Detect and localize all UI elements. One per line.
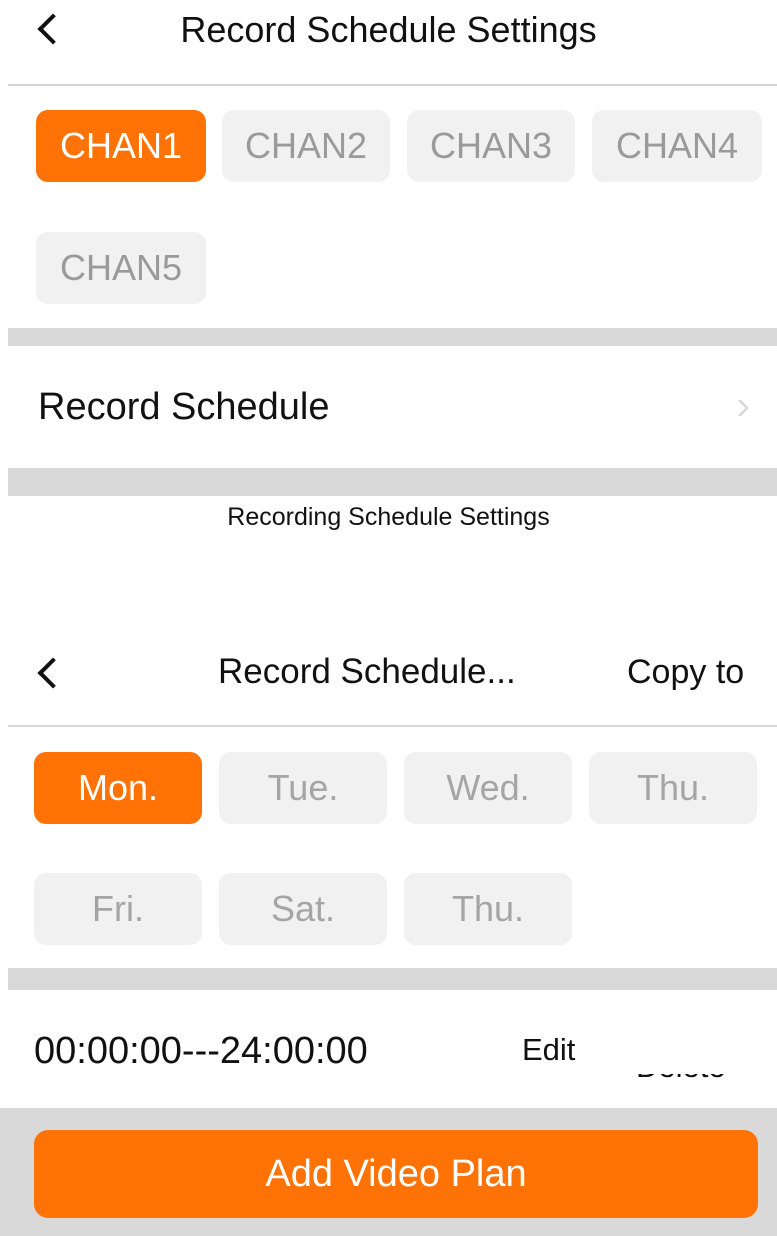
delete-label: Delete [636,1074,726,1084]
channel-tab-chan1[interactable]: CHAN1 [36,110,206,182]
edit-button[interactable]: Edit [522,1030,575,1070]
day-tab-wed[interactable]: Wed. [404,752,572,824]
header-divider [8,725,777,727]
day-tab-fri[interactable]: Fri. [34,873,202,945]
page-title: Record Schedule... [218,652,516,691]
day-tab-tue[interactable]: Tue. [219,752,387,824]
section-divider [8,328,777,346]
channel-tab-chan4[interactable]: CHAN4 [592,110,762,182]
header-divider [8,84,777,86]
back-icon[interactable] [37,657,69,689]
record-schedule-row[interactable]: Record Schedule [8,346,777,468]
record-schedule-label: Record Schedule [38,386,330,428]
day-tab-thu[interactable]: Thu. [589,752,757,824]
delete-button[interactable]: Delete [636,1074,746,1084]
page-title: Record Schedule Settings [180,9,597,50]
copy-to-button[interactable]: Copy to [627,650,744,694]
screen1-header: Record Schedule Settings [0,0,777,84]
day-tab-sun[interactable]: Thu. [404,873,572,945]
day-tab-sat[interactable]: Sat. [219,873,387,945]
channel-tab-chan2[interactable]: CHAN2 [222,110,390,182]
section-divider [8,968,777,990]
schedule-time-range: 00:00:00---24:00:00 [34,1030,368,1072]
section-divider-bottom [8,468,777,496]
caption: Recording Schedule Settings [227,503,550,531]
channel-tab-chan5[interactable]: CHAN5 [36,232,206,304]
day-tab-mon[interactable]: Mon. [34,752,202,824]
add-video-plan-button[interactable]: Add Video Plan [34,1130,758,1218]
channel-tab-chan3[interactable]: CHAN3 [407,110,575,182]
